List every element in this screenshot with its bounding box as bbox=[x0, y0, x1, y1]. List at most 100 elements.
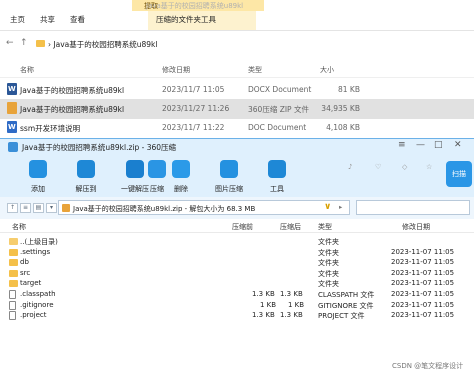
entry-modified: 2023-11-07 11:05 bbox=[391, 311, 455, 320]
entry-compressed: 1.3 KB bbox=[252, 311, 275, 320]
delete-icon bbox=[172, 160, 190, 178]
path-dropdown-icon[interactable]: ∨ bbox=[324, 202, 331, 212]
view-details-button[interactable]: ▤ bbox=[33, 203, 44, 213]
delete-button[interactable]: 删除 bbox=[160, 158, 202, 196]
up-arrow-icon[interactable]: ↑ bbox=[20, 38, 28, 48]
zip-column-size[interactable]: 压缩后 bbox=[280, 222, 301, 232]
entry-name: .gitignore bbox=[20, 300, 54, 309]
tab-compressed-folder-tools-label: 压缩的文件夹工具 bbox=[156, 15, 216, 24]
zip-path-field[interactable]: Java基于的校园招聘系统u89kl.zip - 解包大小为 68.3 MB ∨… bbox=[58, 200, 350, 215]
shield-icon[interactable]: ◇ bbox=[402, 163, 407, 171]
zip-entry-row[interactable]: .project 1.3 KB 1.3 KB PROJECT 文件 2023-1… bbox=[0, 310, 474, 321]
file-icon bbox=[9, 300, 16, 310]
dropdown-button[interactable]: ▾ bbox=[46, 203, 57, 213]
entry-type: 文件夹 bbox=[318, 280, 339, 289]
zip-navigation-bar: ↑ ≡ ▤ ▾ Java基于的校园招聘系统u89kl.zip - 解包大小为 6… bbox=[0, 197, 474, 219]
zip-entry-row[interactable]: src 文件夹 2023-11-07 11:05 bbox=[0, 268, 474, 279]
zip-file-icon bbox=[62, 204, 70, 212]
file-name: Java基于的校园招聘系统u89kl bbox=[20, 105, 125, 114]
zip-entry-row[interactable]: target 文件夹 2023-11-07 11:05 bbox=[0, 278, 474, 289]
entry-type: 文件夹 bbox=[318, 259, 339, 268]
image-compress-button[interactable]: 图片压缩 bbox=[208, 158, 250, 196]
add-button[interactable]: 添加 bbox=[17, 158, 59, 196]
file-row-selected[interactable]: Java基于的校园招聘系统u89kl 2023/11/27 11:26 360压… bbox=[0, 99, 474, 119]
view-list-button[interactable]: ≡ bbox=[20, 203, 31, 213]
column-header-type[interactable]: 类型 bbox=[248, 65, 262, 75]
close-icon[interactable]: ✕ bbox=[454, 140, 462, 150]
menu-icon[interactable]: ≡ bbox=[398, 140, 406, 150]
tab-view[interactable]: 查看 bbox=[70, 14, 85, 25]
tools-label: 工具 bbox=[270, 185, 284, 193]
tab-share[interactable]: 共享 bbox=[40, 14, 55, 25]
minimize-icon[interactable]: — bbox=[416, 140, 425, 150]
extract-to-icon bbox=[77, 160, 95, 178]
entry-size: 1.3 KB bbox=[280, 290, 303, 298]
file-type: DOC Document bbox=[248, 123, 307, 132]
column-header-name[interactable]: 名称 bbox=[20, 65, 34, 75]
entry-type: CLASSPATH 文件 bbox=[318, 291, 375, 299]
entry-size: 1.3 KB bbox=[280, 311, 303, 320]
entry-modified: 2023-11-07 11:05 bbox=[391, 268, 455, 277]
zip-entry-row[interactable]: .gitignore 1 KB 1 KB GITIGNORE 文件 2023-1… bbox=[0, 300, 474, 311]
file-name: Java基于的校园招聘系统u89kl bbox=[20, 86, 125, 95]
zip-entry-row[interactable]: .settings 文件夹 2023-11-07 11:05 bbox=[0, 247, 474, 258]
up-level-button[interactable]: ↑ bbox=[7, 203, 18, 213]
maximize-icon[interactable]: □ bbox=[434, 140, 443, 150]
file-size: 81 KB bbox=[338, 85, 360, 94]
doc-icon: W bbox=[7, 121, 17, 133]
file-row[interactable]: W Java基于的校园招聘系统u89kl 2023/11/7 11:05 DOC… bbox=[0, 80, 474, 100]
entry-type: 文件夹 bbox=[318, 238, 339, 246]
add-icon bbox=[29, 160, 47, 178]
zip-column-modified[interactable]: 修改日期 bbox=[402, 222, 430, 232]
image-compress-icon bbox=[220, 160, 238, 178]
entry-modified: 2023-11-07 11:05 bbox=[391, 279, 455, 288]
column-header-size[interactable]: 大小 bbox=[320, 65, 334, 75]
tab-home[interactable]: 主页 bbox=[10, 14, 25, 25]
entry-name: .classpath bbox=[20, 290, 56, 298]
star-icon[interactable]: ☆ bbox=[426, 163, 432, 171]
zip-entry-row[interactable]: .classpath 1.3 KB 1.3 KB CLASSPATH 文件 20… bbox=[0, 289, 474, 300]
file-size: 4,108 KB bbox=[326, 123, 360, 132]
entry-name: .project bbox=[20, 311, 47, 320]
zip-column-type[interactable]: 类型 bbox=[318, 222, 332, 232]
file-row[interactable]: W ssm开发环境说明 2023/11/7 11:22 DOC Document… bbox=[0, 118, 474, 138]
file-icon bbox=[9, 311, 16, 321]
column-header-date[interactable]: 修改日期 bbox=[162, 65, 190, 75]
delete-label: 删除 bbox=[174, 185, 188, 193]
zip-column-compressed[interactable]: 压缩前 bbox=[232, 222, 253, 232]
heart-icon[interactable]: ♡ bbox=[375, 163, 381, 171]
entry-name: ..(上级目录) bbox=[20, 238, 58, 246]
zip-column-name[interactable]: 名称 bbox=[12, 222, 26, 232]
entry-name: db bbox=[20, 258, 29, 267]
scan-button[interactable]: 扫描 bbox=[446, 161, 472, 187]
extract-to-button[interactable]: 解压到 bbox=[65, 158, 107, 196]
bell-icon[interactable]: ♪ bbox=[348, 163, 352, 171]
file-name: ssm开发环境说明 bbox=[20, 124, 81, 133]
parent-folder-icon bbox=[9, 238, 18, 245]
breadcrumb[interactable]: › Java基于的校园招聘系统u89kl bbox=[48, 39, 157, 50]
header-divider bbox=[0, 77, 474, 78]
zip-entry-row[interactable]: ..(上级目录) 文件夹 bbox=[0, 236, 474, 247]
tools-button[interactable]: 工具 bbox=[256, 158, 298, 196]
file-date: 2023/11/27 11:26 bbox=[162, 104, 230, 113]
tab-compressed-folder-tools[interactable]: 压缩的文件夹工具 bbox=[148, 11, 256, 30]
file-size: 34,935 KB bbox=[321, 104, 360, 113]
file-date: 2023/11/7 11:22 bbox=[162, 123, 225, 132]
search-input[interactable] bbox=[356, 200, 470, 215]
explorer-ribbon-tabs: 提取 Java基于的校园招聘系统u89kl 主页 共享 查看 压缩的文件夹工具 bbox=[0, 0, 474, 30]
add-label: 添加 bbox=[31, 185, 45, 193]
image-compress-label: 图片压缩 bbox=[215, 185, 243, 193]
zip-titlebar: Java基于的校园招聘系统u89kl.zip - 360压缩 ≡ — □ ✕ bbox=[0, 139, 474, 155]
docx-icon: W bbox=[7, 83, 17, 95]
path-more-icon[interactable]: ▸ bbox=[339, 203, 342, 211]
zip-toolbar: 添加 解压到 一键解压 压缩 删除 图片压缩 工具 ♪ ♡ ◇ ☆ 扫描 bbox=[0, 155, 474, 197]
file-icon bbox=[9, 290, 16, 299]
entry-compressed: 1.3 KB bbox=[252, 290, 275, 298]
zip-window: Java基于的校园招聘系统u89kl.zip - 360压缩 ≡ — □ ✕ 添… bbox=[0, 138, 474, 374]
zip-entry-row[interactable]: db 文件夹 2023-11-07 11:05 bbox=[0, 257, 474, 268]
entry-name: src bbox=[20, 268, 31, 277]
entry-compressed: 1 KB bbox=[260, 300, 277, 309]
zip-list-header: 名称 压缩前 压缩后 类型 修改日期 bbox=[0, 219, 474, 233]
folder-icon bbox=[9, 259, 18, 267]
back-arrow-icon[interactable]: ← bbox=[6, 38, 14, 48]
